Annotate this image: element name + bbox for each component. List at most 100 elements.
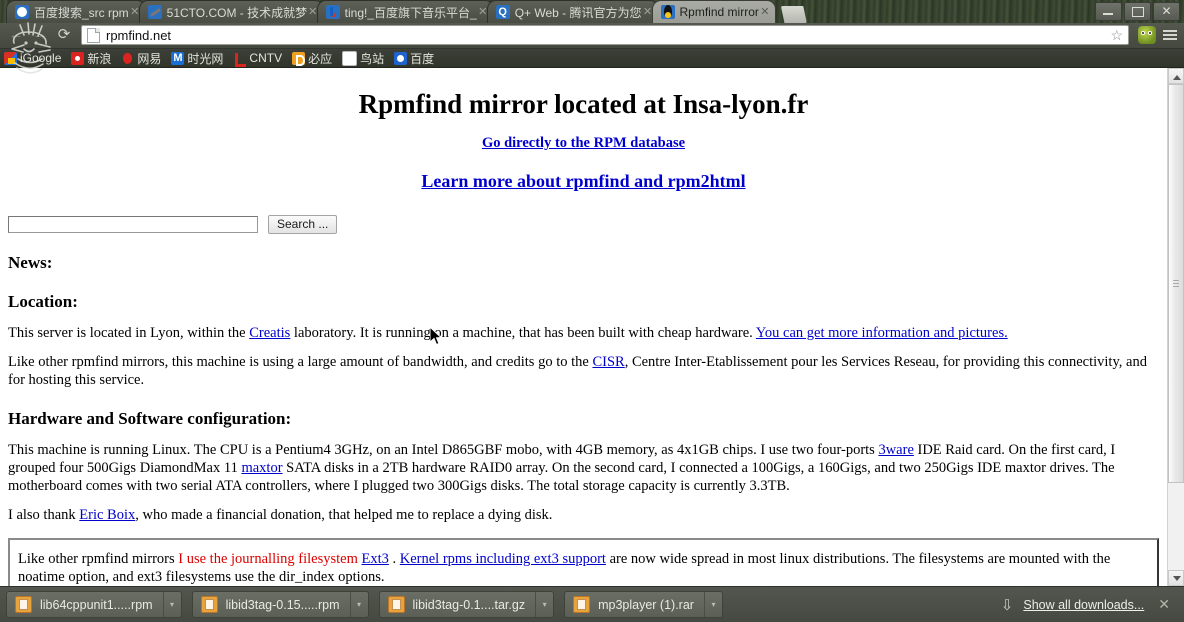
link-maxtor[interactable]: maxtor [241,460,282,476]
back-button[interactable]: ← [4,23,28,47]
bookmark-baidu[interactable]: 百度 [394,50,434,67]
file-icon [573,596,591,613]
address-bar[interactable]: rpmfind.net ☆ [81,25,1129,46]
text-segment: Like other rpmfind mirrors [18,551,179,568]
bookmark-netease[interactable]: 网易 [121,50,161,67]
forward-button[interactable]: → [28,23,52,47]
text-segment: I also thank [8,507,80,524]
search-input[interactable] [8,215,258,233]
bookmark-cntv[interactable]: CNTV [233,51,282,67]
location-paragraph-1: This server is located in Lyon, within t… [8,324,1159,342]
tab-title: 51CTO.COM - 技术成就梦 [166,5,307,20]
minimize-icon[interactable] [1095,2,1122,21]
link-3ware[interactable]: 3ware [878,442,913,458]
link-learn-more[interactable]: Learn more about rpmfind and rpm2html [8,170,1159,193]
qq-icon [495,5,510,20]
heading-hardware: Hardware and Software configuration: [8,408,292,428]
tux-icon [660,5,675,20]
link-rpm-database[interactable]: Go directly to the RPM database [8,134,1159,152]
download-item[interactable]: lib64cppunit1.....rpm ▾ [6,591,182,618]
scrollbar-thumb[interactable] [1168,84,1184,483]
bookmark-label: 鸟站 [360,51,385,66]
text-segment: Like other rpmfind mirrors, this machine… [8,354,593,371]
bookmark-label: 新浪 [87,51,112,66]
tab-ting-music[interactable]: ting!_百度旗下音乐平台_ ✕ [316,0,494,24]
page-title: Rpmfind mirror located at Insa-lyon.fr [358,89,809,120]
file-icon [15,596,32,613]
bookmark-label: 时光网 [187,51,224,66]
close-icon[interactable]: ✕ [759,6,771,18]
scroll-up-icon[interactable] [1168,68,1184,85]
browser-toolbar: ← → ⟳ rpmfind.net ☆ [0,22,1184,74]
link-creatis[interactable]: Creatis [249,325,290,341]
tab-title: Rpmfind mirror [679,5,759,20]
text-segment: . [388,551,400,568]
tab-title: 百度搜索_src rpm [34,5,129,20]
download-filename: mp3player (1).rar [598,597,694,612]
chevron-down-icon[interactable]: ▾ [703,592,722,617]
chevron-down-icon[interactable]: ▾ [349,592,368,617]
link-more-info-pictures[interactable]: You can get more information and picture… [756,325,1008,341]
page-info-icon [87,27,100,43]
link-cisr[interactable]: CISR [592,354,624,370]
location-paragraph-2: Like other rpmfind mirrors, this machine… [8,353,1159,389]
download-filename: libid3tag-0.15.....rpm [225,597,340,612]
scrollbar-track[interactable] [1168,84,1184,570]
tab-rpmfind-mirror[interactable]: Rpmfind mirror ✕ [651,0,776,24]
page-content: Rpmfind mirror located at Insa-lyon.fr G… [0,68,1167,586]
link-eric-boix[interactable]: Eric Boix [79,507,135,523]
scroll-down-icon[interactable] [1168,570,1184,586]
extension-icon[interactable] [1138,26,1156,45]
search-button[interactable]: Search ... [268,214,338,234]
download-item[interactable]: mp3player (1).rar ▾ [564,591,723,618]
file-icon [387,596,405,613]
chevron-down-icon[interactable]: ▾ [535,592,553,617]
window-controls [1095,2,1180,21]
link-ext3[interactable]: Ext3 [362,551,389,567]
bookmark-igoogle[interactable]: iGoogle [4,51,61,65]
tab-strip: 百度搜索_src rpm ✕ 51CTO.COM - 技术成就梦 ✕ ting!… [0,0,1184,24]
chevron-down-icon[interactable]: ▾ [162,592,181,617]
cntv-icon [233,52,247,67]
url-text: rpmfind.net [106,27,172,43]
tab-51cto[interactable]: 51CTO.COM - 技术成就梦 ✕ [138,0,324,24]
baidu-icon [15,5,29,20]
browser-window: 百度搜索_src rpm ✕ 51CTO.COM - 技术成就梦 ✕ ting!… [0,0,1184,622]
file-icon [200,596,218,613]
bookmark-sina[interactable]: 新浪 [71,50,111,67]
bookmark-niaozhan[interactable]: 鸟站 [342,50,384,67]
download-filename: libid3tag-0.1....tar.gz [412,597,526,612]
tab-baidu-search[interactable]: 百度搜索_src rpm ✕ [6,0,146,24]
download-item[interactable]: libid3tag-0.1....tar.gz ▾ [378,591,555,618]
text-segment: laboratory. It is running on a machine, … [290,325,756,342]
bookmark-star-icon[interactable]: ☆ [1110,27,1123,44]
maximize-icon[interactable] [1124,2,1151,21]
reload-button[interactable]: ⟳ [52,23,76,47]
search-form: Search ... [8,214,1159,234]
filesystem-paragraph: Like other rpmfind mirrors I use the jou… [18,550,1149,586]
bookmark-label: iGoogle [20,51,62,66]
window-close-icon[interactable] [1153,2,1180,21]
bing-icon [292,51,306,66]
tab-qplus-web[interactable]: Q+ Web - 腾讯官方为您 ✕ [486,0,659,24]
hardware-paragraph-2: I also thank Eric Boix, who made a finan… [8,506,1159,524]
new-tab-button[interactable] [780,6,807,24]
bookmark-mtime[interactable]: 时光网 [171,50,223,67]
google-icon [4,51,17,65]
heading-location: Location: [8,291,78,311]
close-shelf-icon[interactable]: ✕ [1154,596,1174,613]
music-icon [325,5,340,20]
show-all-downloads-link[interactable]: Show all downloads... [1023,598,1144,612]
page-viewport: Rpmfind mirror located at Insa-lyon.fr G… [0,68,1184,586]
hamburger-menu-icon[interactable] [1160,24,1180,46]
bookmark-label: 百度 [410,51,435,66]
link-kernel-rpms-ext3[interactable]: Kernel rpms including ext3 support [400,551,606,567]
download-item[interactable]: libid3tag-0.15.....rpm ▾ [191,591,369,618]
bookmark-label: 网易 [137,51,162,66]
download-arrow-icon: ⇩ [1000,596,1014,614]
netease-icon [121,52,134,65]
pencil-icon [147,5,162,20]
tab-title: ting!_百度旗下音乐平台_ [344,5,477,20]
bookmark-bing[interactable]: 必应 [292,50,332,67]
page-scrollbar[interactable] [1167,68,1184,586]
